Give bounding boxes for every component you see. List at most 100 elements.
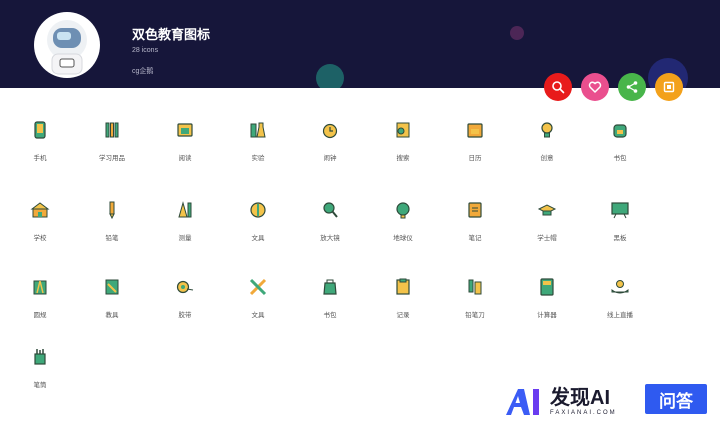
icon-tile[interactable]: 文具 xyxy=(220,200,296,250)
download-icon xyxy=(663,81,675,93)
icon-tile[interactable]: 铅笔 xyxy=(74,200,150,250)
icon-label: 铅笔 xyxy=(105,235,119,242)
icon-tile[interactable]: 记录 xyxy=(365,277,441,327)
tape-icon xyxy=(176,280,194,294)
icon-label: 手机 xyxy=(33,155,47,162)
stationery-icon xyxy=(250,202,266,218)
icon-label: 书包 xyxy=(323,312,337,319)
backpack-icon xyxy=(613,124,627,138)
books-icon xyxy=(105,122,119,138)
icon-tile[interactable]: 计算器 xyxy=(509,277,585,327)
author-name[interactable]: cg企鹅 xyxy=(132,66,153,76)
icon-label: 书包 xyxy=(613,155,627,162)
icon-tile[interactable]: 文具 xyxy=(220,277,296,327)
icon-tile[interactable]: 阅读 xyxy=(147,120,223,170)
icon-tile[interactable]: 实验 xyxy=(220,120,296,170)
astronaut-icon xyxy=(47,20,87,75)
download-button[interactable] xyxy=(655,73,683,101)
calendar-icon xyxy=(467,123,483,138)
icon-label: 胶带 xyxy=(178,312,192,319)
icon-label: 黑板 xyxy=(613,235,627,242)
alarm-clock-icon xyxy=(322,123,338,139)
icon-label: 地球仪 xyxy=(393,235,413,242)
live-icon xyxy=(611,280,629,294)
brand-logo-icon xyxy=(506,389,539,415)
icon-tile[interactable]: 地球仪 xyxy=(365,200,441,250)
icon-tile[interactable]: 创意 xyxy=(509,120,585,170)
icon-tile[interactable]: 书包 xyxy=(292,277,368,327)
bag-icon xyxy=(323,279,337,295)
icon-label: 记录 xyxy=(396,312,410,319)
collection-title: 双色教育图标 xyxy=(132,27,211,42)
icon-label: 教具 xyxy=(105,312,119,319)
experiment-icon xyxy=(250,122,266,138)
globe-icon xyxy=(396,202,410,219)
brand-name: 发现AI xyxy=(550,387,610,409)
pen-ruler-icon xyxy=(249,278,267,296)
icon-tile[interactable]: 学习用品 xyxy=(74,120,150,170)
icon-label: 搜索 xyxy=(396,155,410,162)
icon-label: 铅笔刀 xyxy=(465,312,485,319)
icon-tile[interactable]: 搜索 xyxy=(365,120,441,170)
blackboard-icon xyxy=(611,202,629,219)
action-bar xyxy=(544,73,683,101)
icon-tile[interactable]: 笔筒 xyxy=(2,347,78,397)
share-icon xyxy=(626,81,638,93)
teaching-aid-icon xyxy=(105,279,119,295)
phone-icon xyxy=(34,121,46,139)
icon-tile[interactable]: 黑板 xyxy=(582,200,658,250)
pencil-icon xyxy=(109,201,115,220)
search-icon xyxy=(552,81,565,94)
icon-tile[interactable]: 学士帽 xyxy=(509,200,585,250)
icon-label: 笔记 xyxy=(468,235,482,242)
icon-tile[interactable]: 闹钟 xyxy=(292,120,368,170)
compass-icon xyxy=(33,280,47,295)
sharpener-icon xyxy=(468,279,482,295)
icon-label: 放大镜 xyxy=(320,235,340,242)
icon-label: 实验 xyxy=(251,155,265,162)
share-button[interactable] xyxy=(618,73,646,101)
icon-label: 测量 xyxy=(178,235,192,242)
decor-bubble xyxy=(316,64,344,88)
icon-tile[interactable]: 铅笔刀 xyxy=(437,277,513,327)
search-doc-icon xyxy=(396,122,410,138)
decor-bubble xyxy=(510,26,524,40)
icon-tile[interactable]: 书包 xyxy=(582,120,658,170)
magnifier-icon xyxy=(323,202,338,218)
icon-label: 创意 xyxy=(540,155,554,162)
icon-tile[interactable]: 手机 xyxy=(2,120,78,170)
icon-tile[interactable]: 圆规 xyxy=(2,277,78,327)
icon-label: 计算器 xyxy=(537,312,557,319)
icon-tile[interactable]: 测量 xyxy=(147,200,223,250)
icon-label: 文具 xyxy=(251,312,265,319)
favorite-button[interactable] xyxy=(581,73,609,101)
icon-tile[interactable]: 学校 xyxy=(2,200,78,250)
icon-label: 文具 xyxy=(251,235,265,242)
icon-label: 学习用品 xyxy=(99,155,125,162)
icon-tile[interactable]: 笔记 xyxy=(437,200,513,250)
ruler-icon xyxy=(178,201,192,218)
icon-tile[interactable]: 放大镜 xyxy=(292,200,368,250)
icon-label: 学校 xyxy=(33,235,47,242)
icon-tile[interactable]: 线上直播 xyxy=(582,277,658,327)
search-button[interactable] xyxy=(544,73,572,101)
icon-tile[interactable]: 教具 xyxy=(74,277,150,327)
qa-badge[interactable]: 问答 xyxy=(645,384,707,414)
icon-label: 线上直播 xyxy=(607,312,633,319)
author-avatar[interactable] xyxy=(36,14,98,76)
icon-label: 笔筒 xyxy=(33,382,47,389)
icon-label: 日历 xyxy=(468,155,482,162)
pen-holder-icon xyxy=(34,349,46,365)
icon-label: 学士帽 xyxy=(537,235,557,242)
lightbulb-icon xyxy=(541,122,553,138)
icon-tile[interactable]: 日历 xyxy=(437,120,513,170)
icon-label: 闹钟 xyxy=(323,155,337,162)
heart-icon xyxy=(588,81,602,93)
icon-label: 圆规 xyxy=(33,312,47,319)
icon-label: 阅读 xyxy=(178,155,192,162)
icon-tile[interactable]: 胶带 xyxy=(147,277,223,327)
calculator-icon xyxy=(540,278,554,296)
school-icon xyxy=(30,202,50,218)
icon-count: 28 icons xyxy=(132,47,159,54)
brand-domain: FAXIANAI.COM xyxy=(550,410,617,416)
